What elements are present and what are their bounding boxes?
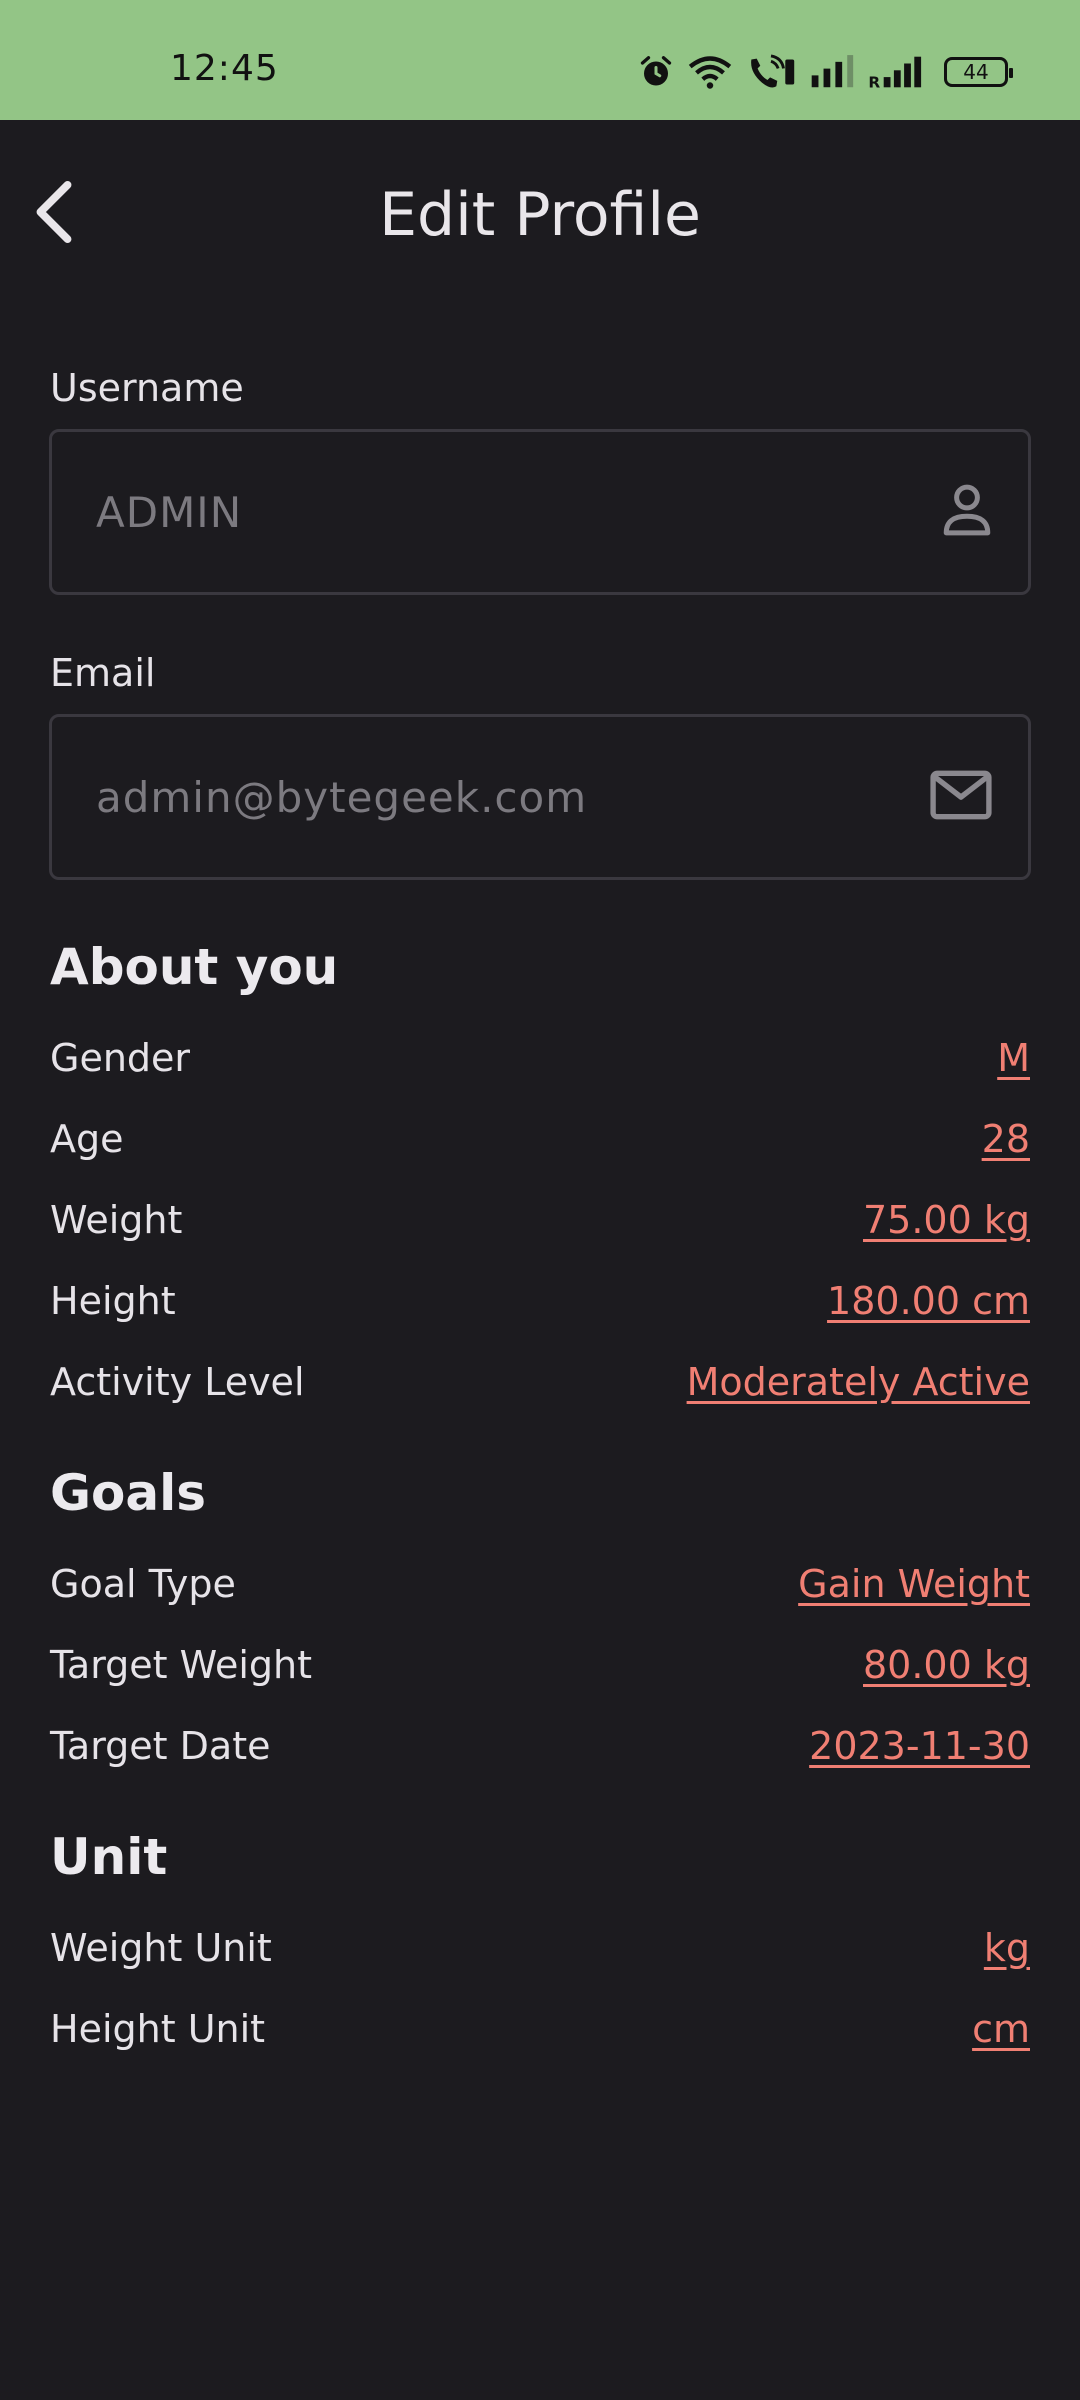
target-date-row: Target Date 2023-11-30: [50, 1706, 1030, 1786]
target-weight-label: Target Weight: [50, 1643, 313, 1687]
target-weight-row: Target Weight 80.00 kg: [50, 1625, 1030, 1705]
status-icons: R 44: [638, 48, 1013, 96]
top-app-bar: Edit Profile: [0, 120, 1080, 316]
target-weight-value-link[interactable]: 80.00 kg: [863, 1643, 1030, 1687]
wifi-calling-icon: [746, 54, 796, 90]
age-label: Age: [50, 1117, 124, 1161]
status-time: 12:45: [170, 48, 279, 89]
goal-type-label: Goal Type: [50, 1562, 236, 1606]
goal-type-value-link[interactable]: Gain Weight: [798, 1562, 1030, 1606]
target-date-value-link[interactable]: 2023-11-30: [809, 1724, 1030, 1768]
mail-icon: [930, 770, 992, 824]
gender-row: Gender M: [50, 1018, 1030, 1098]
height-row: Height 180.00 cm: [50, 1261, 1030, 1341]
gender-label: Gender: [50, 1036, 191, 1080]
weight-unit-row: Weight Unit kg: [50, 1908, 1030, 1988]
username-input[interactable]: [96, 432, 896, 592]
battery-level: 44: [963, 60, 989, 84]
status-bar: 12:45 R 44: [0, 0, 1080, 120]
goals-section-title: Goals: [50, 1464, 207, 1522]
about-section-title: About you: [50, 938, 339, 996]
username-field[interactable]: [49, 429, 1031, 595]
activity-level-label: Activity Level: [50, 1360, 305, 1404]
weight-value-link[interactable]: 75.00 kg: [863, 1198, 1030, 1242]
person-icon: [942, 483, 992, 541]
height-unit-row: Height Unit cm: [50, 1989, 1030, 2069]
email-input[interactable]: [96, 717, 896, 877]
goal-type-row: Goal Type Gain Weight: [50, 1544, 1030, 1624]
activity-level-row: Activity Level Moderately Active: [50, 1342, 1030, 1422]
height-label: Height: [50, 1279, 176, 1323]
username-label: Username: [50, 366, 244, 410]
activity-level-value-link[interactable]: Moderately Active: [687, 1360, 1030, 1404]
height-unit-value-link[interactable]: cm: [972, 2007, 1030, 2051]
target-date-label: Target Date: [50, 1724, 271, 1768]
edit-profile-screen: 12:45 R 44 Edit Profile Username ADMIN E…: [0, 0, 1080, 2400]
battery-icon: 44: [944, 57, 1013, 87]
wifi-icon: [688, 54, 732, 90]
alarm-icon: [638, 54, 674, 90]
page-title: Edit Profile: [379, 180, 701, 250]
email-field[interactable]: [49, 714, 1031, 880]
unit-section-title: Unit: [50, 1828, 168, 1886]
weight-label: Weight: [50, 1198, 183, 1242]
age-row: Age 28: [50, 1099, 1030, 1179]
height-value-link[interactable]: 180.00 cm: [827, 1279, 1030, 1323]
weight-row: Weight 75.00 kg: [50, 1180, 1030, 1260]
age-value-link[interactable]: 28: [982, 1117, 1030, 1161]
email-label: Email: [50, 651, 156, 695]
signal-icon: [810, 55, 854, 89]
gender-value-link[interactable]: M: [997, 1036, 1030, 1080]
roaming-signal-icon: R: [868, 55, 930, 89]
weight-unit-label: Weight Unit: [50, 1926, 272, 1970]
weight-unit-value-link[interactable]: kg: [984, 1926, 1030, 1970]
height-unit-label: Height Unit: [50, 2007, 266, 2051]
svg-text:R: R: [868, 73, 880, 89]
